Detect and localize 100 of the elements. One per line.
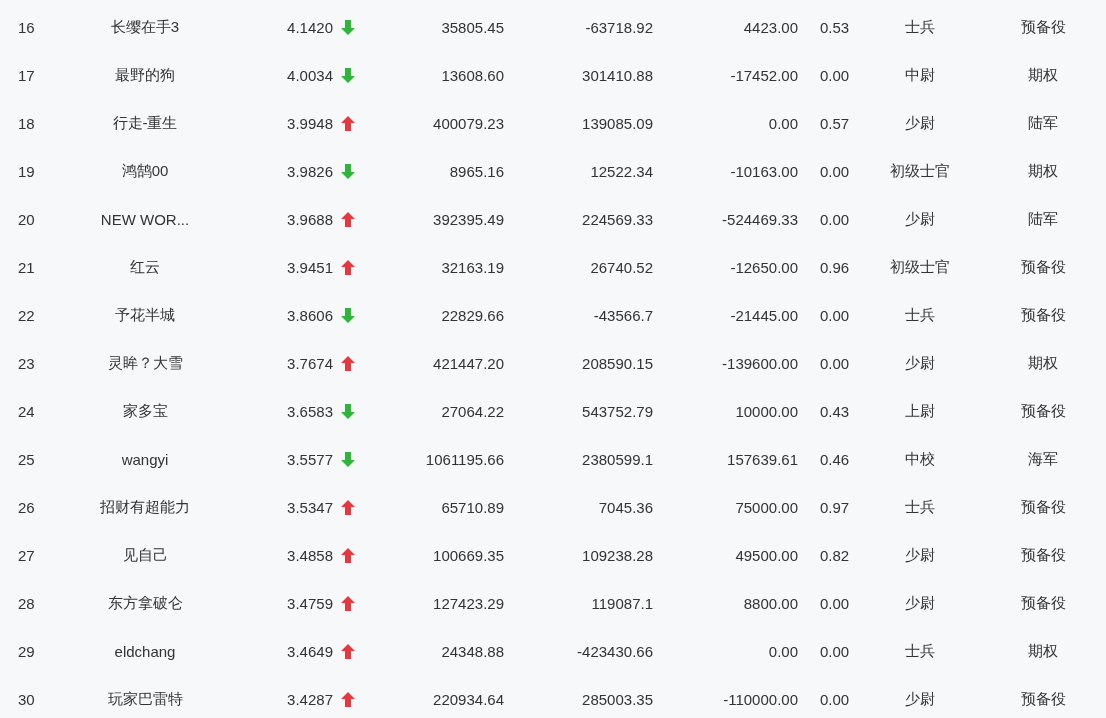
score-cell: 3.4759 bbox=[287, 594, 333, 612]
rank-title-cell: 少尉 bbox=[905, 593, 935, 613]
category-cell: 陆军 bbox=[1028, 209, 1058, 229]
table-cell: 421447.20 bbox=[433, 354, 504, 372]
category-cell: 预备役 bbox=[1020, 497, 1066, 517]
table-cell: 109238.28 bbox=[582, 546, 653, 564]
table-cell: -110000.00 bbox=[723, 690, 798, 708]
score-cell: 3.5347 bbox=[287, 498, 333, 516]
category-cell: 预备役 bbox=[1020, 401, 1066, 421]
table-cell-text: 0.00 bbox=[819, 594, 850, 612]
table-cell-text: 0.00 bbox=[819, 210, 850, 228]
name-cell: 长缨在手3 bbox=[110, 17, 180, 37]
score-cell: 3.6583 bbox=[287, 402, 333, 420]
score-cell: 3.4287 bbox=[287, 690, 333, 708]
table-cell: 400079.23 bbox=[433, 114, 504, 132]
table-cell: 2380599.1 bbox=[582, 450, 653, 468]
table-cell: 100669.35 bbox=[433, 546, 504, 564]
table-cell: 1061195.66 bbox=[425, 450, 504, 468]
table-cell-text: 0.00 bbox=[819, 306, 850, 324]
table-cell-text: 0.96 bbox=[819, 258, 850, 276]
rank-cell-text: 17 bbox=[17, 66, 35, 84]
name-cell: 红云 bbox=[130, 257, 160, 277]
table-cell: 12522.34 bbox=[590, 162, 653, 180]
table-cell: -43566.7 bbox=[593, 306, 653, 324]
table-cell: -63718.92 bbox=[585, 18, 653, 36]
table-cell: 49500.00 bbox=[735, 546, 798, 564]
rank-title-cell: 士兵 bbox=[905, 641, 935, 661]
category-cell: 预备役 bbox=[1020, 257, 1066, 277]
table-cell-text: 0.97 bbox=[819, 498, 850, 516]
score-cell: 3.7674 bbox=[287, 354, 333, 372]
category-cell: 预备役 bbox=[1020, 17, 1066, 37]
table-cell: 22829.66 bbox=[441, 306, 504, 324]
rank-cell-text: 23 bbox=[17, 354, 35, 372]
table-cell: 119087.1 bbox=[591, 594, 653, 612]
rank-cell-text: 22 bbox=[17, 306, 35, 324]
table-cell: 26740.52 bbox=[590, 258, 653, 276]
rank-cell-text: 29 bbox=[17, 642, 35, 660]
rank-title-cell: 士兵 bbox=[905, 17, 935, 37]
rank-cell-text: 25 bbox=[17, 450, 35, 468]
table-cell: 4423.00 bbox=[743, 18, 798, 36]
table-cell-text: 0.00 bbox=[819, 66, 850, 84]
rank-cell-text: 30 bbox=[17, 690, 35, 708]
rank-title-cell: 中尉 bbox=[905, 65, 935, 85]
rank-title-cell: 少尉 bbox=[905, 209, 935, 229]
category-cell: 预备役 bbox=[1020, 305, 1066, 325]
table-cell: 0.00 bbox=[768, 642, 798, 660]
table-cell: 7045.36 bbox=[598, 498, 653, 516]
score-cell: 3.4858 bbox=[287, 546, 333, 564]
table-cell: -524469.33 bbox=[722, 210, 798, 228]
rank-cell-text: 18 bbox=[17, 114, 35, 132]
name-cell: 最野的狗 bbox=[115, 65, 175, 85]
rank-title-cell: 初级士官 bbox=[890, 257, 950, 277]
category-cell: 陆军 bbox=[1028, 113, 1058, 133]
table-cell: 224569.33 bbox=[582, 210, 653, 228]
table-cell-text: 0.82 bbox=[819, 546, 850, 564]
rank-title-cell: 士兵 bbox=[905, 305, 935, 325]
name-cell: 招财有超能力 bbox=[100, 497, 190, 517]
table-cell: 8965.16 bbox=[449, 162, 504, 180]
category-cell: 海军 bbox=[1028, 449, 1058, 469]
category-cell: 期权 bbox=[1028, 641, 1058, 661]
table-cell: 75000.00 bbox=[735, 498, 798, 516]
rank-title-cell: 少尉 bbox=[905, 545, 935, 565]
score-cell: 4.1420 bbox=[287, 18, 333, 36]
score-cell: 3.4649 bbox=[287, 642, 333, 660]
rank-cell-text: 26 bbox=[17, 498, 35, 516]
table-cell: 10000.00 bbox=[735, 402, 798, 420]
name-cell: eldchang bbox=[114, 642, 176, 660]
table-cell: 285003.35 bbox=[582, 690, 653, 708]
table-cell: -139600.00 bbox=[722, 354, 798, 372]
rank-cell-text: 20 bbox=[17, 210, 35, 228]
score-cell: 3.9948 bbox=[287, 114, 333, 132]
table-cell: 24348.88 bbox=[441, 642, 504, 660]
rank-cell-text: 16 bbox=[17, 18, 35, 36]
table-cell-text: 0.00 bbox=[819, 642, 850, 660]
table-cell-text: 0.43 bbox=[819, 402, 850, 420]
table-cell: 8800.00 bbox=[743, 594, 798, 612]
rank-cell-text: 19 bbox=[17, 162, 35, 180]
table-cell: 65710.89 bbox=[441, 498, 504, 516]
table-cell: 35805.45 bbox=[441, 18, 504, 36]
rank-title-cell: 少尉 bbox=[905, 353, 935, 373]
rank-title-cell: 初级士官 bbox=[890, 161, 950, 181]
name-cell: 东方拿破仑 bbox=[107, 593, 183, 613]
rank-cell-text: 27 bbox=[17, 546, 35, 564]
table-cell: 27064.22 bbox=[441, 402, 504, 420]
rank-title-cell: 少尉 bbox=[905, 113, 935, 133]
rank-title-cell: 中校 bbox=[905, 449, 935, 469]
name-cell: 见自己 bbox=[122, 545, 168, 565]
rank-title-cell: 上尉 bbox=[905, 401, 935, 421]
table-cell-text: 0.00 bbox=[819, 354, 850, 372]
table-cell: 392395.49 bbox=[433, 210, 504, 228]
table-cell: -17452.00 bbox=[730, 66, 798, 84]
table-cell: 0.00 bbox=[768, 114, 798, 132]
score-cell: 3.9451 bbox=[287, 258, 333, 276]
score-cell: 3.8606 bbox=[287, 306, 333, 324]
table-cell: 543752.79 bbox=[582, 402, 653, 420]
name-cell: 家多宝 bbox=[122, 401, 168, 421]
name-cell: 行走-重生 bbox=[112, 113, 178, 133]
name-cell: 予花半城 bbox=[115, 305, 175, 325]
table-cell: 32163.19 bbox=[441, 258, 504, 276]
category-cell: 预备役 bbox=[1020, 545, 1066, 565]
